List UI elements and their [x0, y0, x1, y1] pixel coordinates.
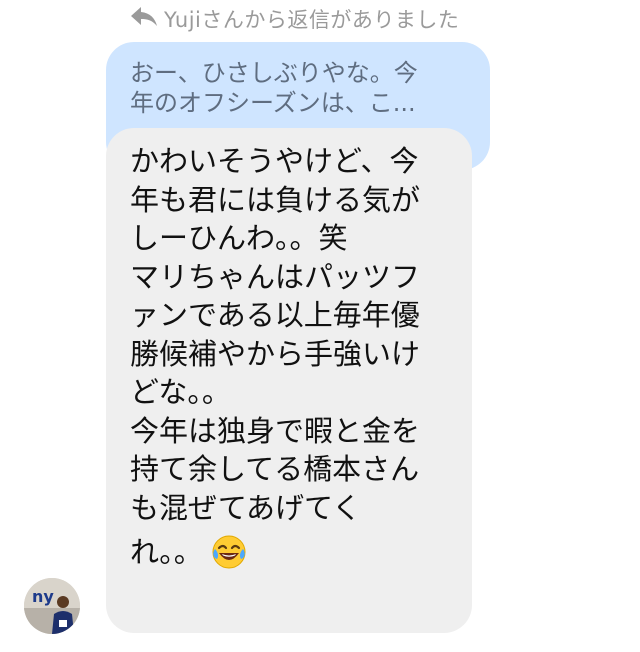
- reply-header: Yujiさんから返信がありました: [130, 4, 459, 34]
- message-line: 今年は独身で暇と金を: [130, 413, 421, 448]
- user-avatar[interactable]: ny: [24, 578, 80, 634]
- message-line: どな。。: [130, 375, 231, 409]
- reply-header-text: Yujiさんから返信がありました: [164, 8, 460, 32]
- face-with-tears-of-joy-icon: [211, 534, 247, 570]
- message-line: 持て余してる橋本さん: [130, 452, 420, 486]
- message-line: 年も君には負ける気が: [130, 182, 421, 217]
- message-line: かわいそうやけど、今: [130, 144, 419, 178]
- message-line: れ。。: [130, 535, 203, 569]
- message-line: 勝候補やから手強いけ: [130, 336, 421, 371]
- quoted-line: おー、ひさしぶりやな。今: [130, 59, 418, 87]
- message-bubble[interactable]: かわいそうやけど、今 年も君には負ける気が しーひんわ。。笑 マリちゃんはパッツ…: [106, 128, 472, 633]
- message-line: しーひんわ。。笑: [130, 221, 348, 255]
- message-line: マリちゃんはパッツフ: [130, 259, 421, 294]
- message-line: も混ぜてあげてく: [130, 490, 362, 525]
- chat-view: Yujiさんから返信がありました おー、ひさしぶりやな。今 年のオフシーズンは、…: [0, 0, 640, 652]
- quoted-line: 年のオフシーズンは、こ...: [130, 89, 416, 117]
- message-line: ァンである以上毎年優: [130, 298, 420, 332]
- avatar-logo-text: ny: [32, 587, 54, 606]
- reply-arrow-icon: [130, 5, 164, 34]
- message-last-line: れ。。: [130, 533, 462, 572]
